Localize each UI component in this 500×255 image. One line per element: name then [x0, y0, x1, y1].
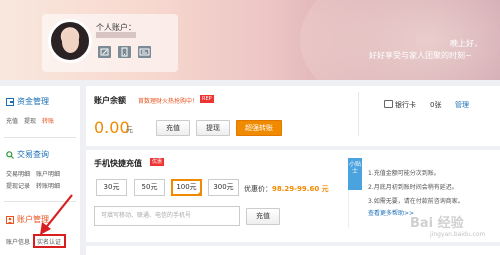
- sidebar-link-trade-detail[interactable]: 交易明细: [6, 169, 30, 178]
- discount-badge: 优惠: [150, 158, 165, 166]
- sidebar-link-account-info[interactable]: 账户信息: [6, 237, 30, 246]
- balance-title: 账户余额: [94, 96, 126, 105]
- bank-card-manage-link[interactable]: 管理: [455, 100, 469, 110]
- bank-card-label: 银行卡: [395, 101, 416, 109]
- phone-number-input[interactable]: 可填写移动、联通、电信的手机号: [94, 206, 240, 226]
- amount-option-100[interactable]: 100元: [171, 179, 202, 196]
- amount-option-300[interactable]: 300元: [208, 179, 239, 196]
- user-icon: [6, 215, 14, 224]
- phone-recharge-title: 手机快捷充值: [94, 159, 142, 168]
- tip-item: 1.充值金额可能分次到账。: [368, 170, 440, 177]
- sidebar-link-transfer-detail[interactable]: 转账明细: [36, 181, 60, 190]
- id-card-icon[interactable]: [138, 46, 151, 58]
- search-icon: [6, 150, 14, 159]
- avatar-face: [62, 31, 79, 53]
- amount-option-30[interactable]: 30元: [96, 179, 127, 196]
- edit-profile-icon[interactable]: [98, 46, 111, 58]
- avatar[interactable]: [48, 19, 92, 63]
- greeting-subtitle: 好好享受与家人团聚的时刻~: [369, 51, 472, 60]
- tips-tag: 小贴士: [348, 158, 362, 190]
- sidebar-funds-title: 资金管理: [17, 97, 49, 106]
- sidebar-link-withdraw-record[interactable]: 提现记录: [6, 181, 30, 190]
- page: 个人账户： 晚上好， 好好享受与家人团聚的时刻~ 资金管理 充值 提现 转账 交…: [0, 0, 500, 255]
- discount-price-value: 98.29-99.60 元: [272, 185, 329, 193]
- sidebar-link-transfer[interactable]: 转账: [42, 116, 54, 125]
- tip-item: 3.如需无要，请在付款前咨询商家。: [368, 198, 464, 205]
- sidebar-section-funds[interactable]: 资金管理: [6, 96, 49, 107]
- tip-item: 2.月底月初到账时间会稍有延迟。: [368, 184, 458, 191]
- watermark-url: jingyan.baidu.com: [430, 231, 486, 238]
- phone-recharge-submit-button[interactable]: 充值: [246, 208, 280, 225]
- bank-card-count: 0张: [430, 101, 442, 109]
- sidebar-link-withdraw[interactable]: 提现: [24, 116, 36, 125]
- recharge-button[interactable]: 充值: [156, 120, 190, 136]
- account-id-masked: [96, 32, 136, 38]
- amount-option-50[interactable]: 50元: [134, 179, 165, 196]
- sidebar-divider: [4, 137, 76, 138]
- more-help-link[interactable]: 查看更多帮助>>: [368, 208, 414, 217]
- sidebar-link-account-detail[interactable]: 账户明细: [36, 169, 60, 178]
- balance-panel: [86, 86, 500, 146]
- sidebar-link-recharge[interactable]: 充值: [6, 116, 18, 125]
- transfer-button[interactable]: 超强转账: [236, 120, 282, 136]
- promo-badge: REP: [200, 95, 214, 103]
- wallet-icon: [6, 97, 14, 106]
- balance-unit: 元: [126, 126, 133, 134]
- finance-promo-link[interactable]: 首数理财火热抢购中！: [138, 96, 198, 105]
- sidebar-section-transactions[interactable]: 交易查询: [6, 149, 49, 160]
- bank-card-icon: [384, 100, 393, 108]
- watermark: Bai 经验: [410, 216, 464, 231]
- withdraw-button[interactable]: 提现: [196, 120, 230, 136]
- phone-binding-icon[interactable]: [118, 46, 131, 58]
- greeting-title: 晚上好，: [450, 39, 482, 48]
- bottom-panel: [86, 246, 500, 255]
- discount-price-label: 优惠价：: [244, 185, 272, 193]
- balance-amount: 0.00: [94, 118, 130, 137]
- panel-divider: [358, 92, 359, 136]
- sidebar-transactions-title: 交易查询: [17, 150, 49, 159]
